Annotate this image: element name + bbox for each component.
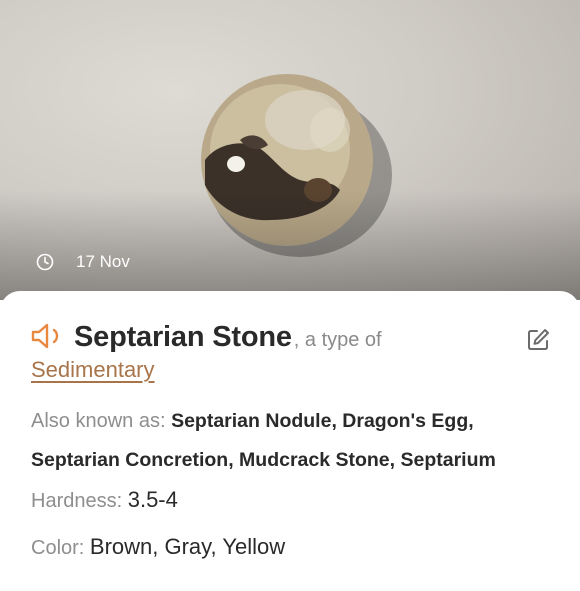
color-label: Color: bbox=[31, 537, 90, 559]
also-known-as-row: Also known as: Septarian Nodule, Dragon'… bbox=[31, 410, 474, 433]
rock-title-row: Septarian Stone , a type of bbox=[30, 318, 550, 354]
clock-icon bbox=[36, 253, 54, 271]
also-known-as-values: Septarian Nodule, Dragon's Egg, bbox=[171, 410, 474, 432]
photo-date: 17 Nov bbox=[36, 250, 130, 274]
hardness-row: Hardness: 3.5-4 bbox=[31, 487, 178, 513]
also-known-as-row-continued: Septarian Concretion, Mudcrack Stone, Se… bbox=[31, 449, 496, 472]
category-link[interactable]: Sedimentary bbox=[31, 357, 155, 383]
color-row: Color: Brown, Gray, Yellow bbox=[31, 534, 285, 560]
also-known-as-label: Also known as: bbox=[31, 410, 172, 432]
edit-icon[interactable] bbox=[525, 327, 551, 353]
speaker-icon[interactable] bbox=[30, 322, 66, 350]
color-value: Brown, Gray, Yellow bbox=[89, 534, 286, 559]
hardness-value: 3.5-4 bbox=[127, 487, 178, 512]
date-text: 17 Nov bbox=[76, 252, 130, 271]
hardness-label: Hardness: bbox=[31, 490, 128, 512]
type-of-label: , a type of bbox=[293, 329, 382, 351]
also-known-as-values-continued: Septarian Concretion, Mudcrack Stone, Se… bbox=[31, 449, 496, 471]
rock-name: Septarian Stone bbox=[74, 321, 292, 353]
